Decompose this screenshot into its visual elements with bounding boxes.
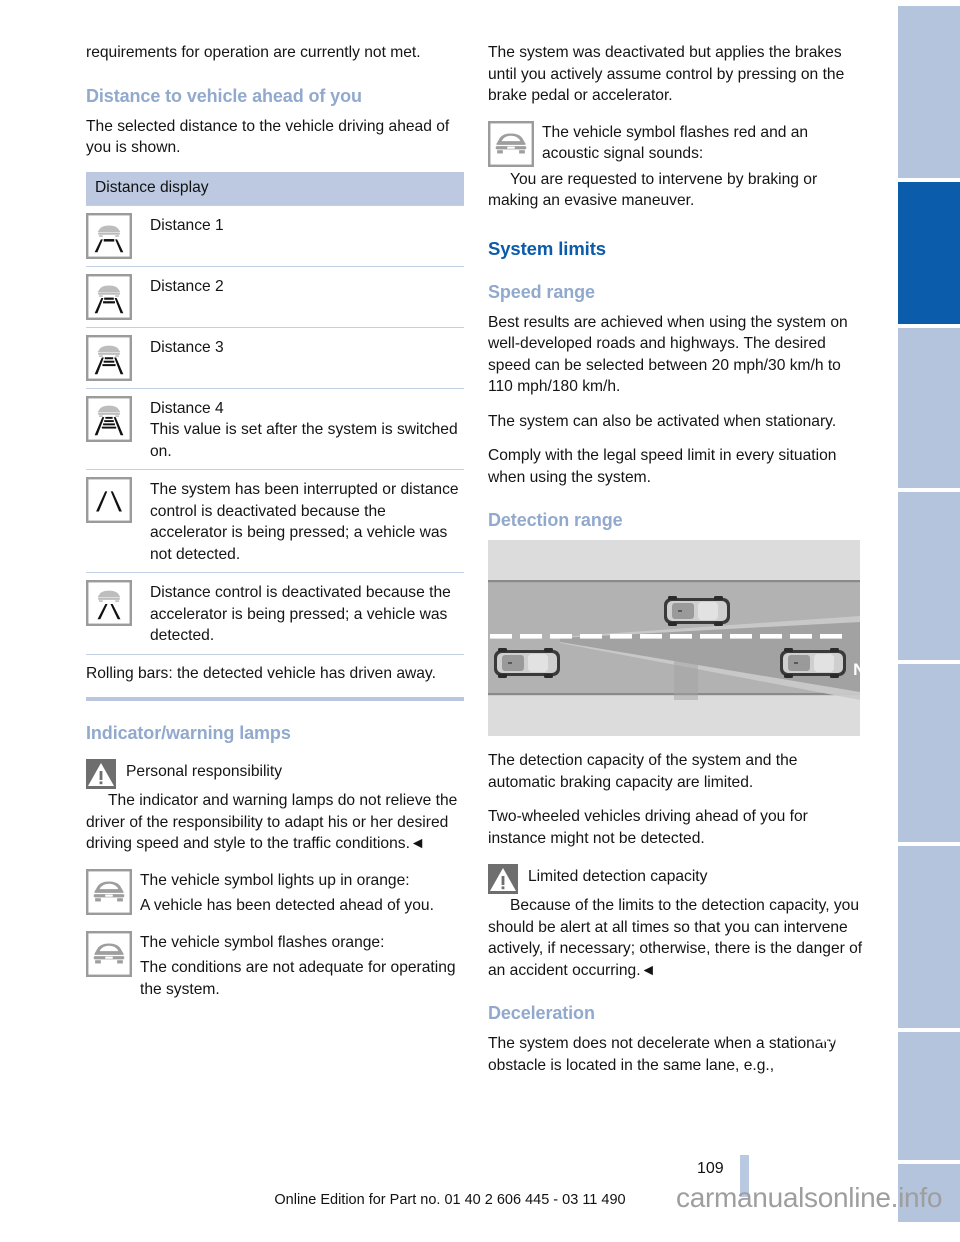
footer-note: Online Edition for Part no. 01 40 2 606 … bbox=[274, 1192, 626, 1208]
sidebar-tab-driving-tips[interactable]: Driving tips bbox=[846, 328, 960, 507]
table-cell-text: Distance 2 bbox=[150, 277, 224, 295]
table-end-rule bbox=[86, 697, 464, 701]
chapter-tab-sidebar: At a glance Controls Driving tips Naviga… bbox=[812, 0, 960, 1241]
distance-3-icon bbox=[86, 334, 150, 381]
warning-body: Because of the limits to the detection c… bbox=[488, 895, 866, 981]
speed-paragraph-3: Comply with the legal speed limit in eve… bbox=[488, 447, 837, 486]
symbol-followup-paragraph: You are requested to intervene by brakin… bbox=[488, 169, 866, 212]
distance-1-icon bbox=[86, 212, 150, 259]
sidebar-tab-at-a-glance[interactable]: At a glance bbox=[849, 6, 960, 197]
lamp-line2: A vehicle has been detected ahead of you… bbox=[140, 897, 434, 914]
warning-title: Limited detection capacity bbox=[528, 868, 708, 885]
sidebar-tab-communication[interactable]: Communication bbox=[812, 846, 960, 1047]
vehicle-front-icon bbox=[86, 868, 140, 915]
table-row: Distance 3 bbox=[86, 326, 464, 388]
page-number: 109 bbox=[697, 1160, 724, 1177]
symbol-followup-text: You are requested to intervene by brakin… bbox=[488, 170, 818, 210]
detection-range-diagram bbox=[488, 540, 860, 736]
vehicle-ahead bbox=[780, 648, 846, 678]
warning-body-text: Because of the limits to the detection c… bbox=[488, 897, 863, 979]
distance-4-icon bbox=[86, 395, 150, 442]
lamp-text: The vehicle symbol lights up in orange: … bbox=[140, 869, 464, 917]
manual-page: requirements for operation are currently… bbox=[0, 0, 960, 1241]
table-cell-text: Distance 4 This value is set after the s… bbox=[150, 396, 464, 463]
lamp-line1: The vehicle symbol flashes orange: bbox=[140, 933, 385, 951]
warning-limited-detection-capacity: Limited detection capacity Because of th… bbox=[488, 863, 866, 981]
warning-title: Personal responsibility bbox=[126, 763, 283, 780]
heading-deceleration: Deceleration bbox=[488, 1003, 595, 1023]
heading-distance-to-vehicle: Distance to vehicle ahead of you bbox=[86, 85, 362, 106]
lamp-row-vehicle-flashes-orange: The vehicle symbol flashes orange: The c… bbox=[86, 930, 464, 1001]
speed-paragraph-1: Best results are achieved when using the… bbox=[488, 313, 848, 396]
lamp-row-vehicle-lights-orange: The vehicle symbol lights up in orange: … bbox=[86, 868, 464, 917]
table-cell-line2: This value is set after the system is sw… bbox=[150, 421, 458, 460]
lamp-text: The vehicle symbol flashes orange: The c… bbox=[140, 931, 464, 1001]
table-cell-text: Distance 3 bbox=[150, 338, 224, 356]
warning-body: The indicator and warning lamps do not r… bbox=[86, 790, 464, 855]
right-intro-paragraph: The system was deactivated but applies t… bbox=[488, 44, 845, 104]
heading-detection-range: Detection range bbox=[488, 510, 623, 530]
no-vehicle-lanes-icon bbox=[86, 477, 150, 523]
distance-display-table: Distance display Distance 1 Distance 2 D… bbox=[86, 171, 464, 701]
distance-2-icon bbox=[86, 273, 150, 320]
table-cell-line1: Distance 4 bbox=[150, 399, 224, 417]
sidebar-tab-entertainment[interactable]: Entertainment bbox=[826, 664, 960, 861]
warning-triangle-icon bbox=[488, 863, 522, 894]
table-row: Distance control is deactivated because … bbox=[86, 572, 464, 654]
table-row: The system has been interrupted or dista… bbox=[86, 469, 464, 572]
distance-intro-paragraph: The selected distance to the vehicle dri… bbox=[86, 117, 450, 157]
vehicle-front-icon bbox=[86, 930, 140, 977]
sidebar-tab-navigation[interactable]: Navigation bbox=[853, 492, 960, 679]
warning-personal-responsibility: Personal responsibility The indicator an… bbox=[86, 758, 464, 855]
ego-vehicle bbox=[494, 648, 560, 678]
sidebar-tab-mobility[interactable]: Mobility bbox=[876, 1032, 960, 1179]
table-cell-text: Distance control is deactivated because … bbox=[150, 584, 451, 644]
table-cell-text: The system has been interrupted or dista… bbox=[150, 481, 459, 563]
vehicle-lanes-icon bbox=[86, 580, 150, 626]
sidebar-tab-controls[interactable]: Controls bbox=[870, 182, 960, 343]
heading-speed-range: Speed range bbox=[488, 281, 595, 302]
lamp-line2: The conditions are not adequate for oper… bbox=[140, 959, 456, 998]
lamp-line1: The vehicle symbol lights up in orange: bbox=[140, 871, 410, 889]
left-column: requirements for operation are currently… bbox=[86, 42, 464, 1006]
table-cell-text: Distance 1 bbox=[150, 216, 224, 234]
table-row: Distance 4 This value is set after the s… bbox=[86, 387, 464, 470]
table-header-distance-display: Distance display bbox=[86, 171, 464, 205]
heading-system-limits: System limits bbox=[488, 237, 606, 259]
table-row: Distance 2 bbox=[86, 265, 464, 327]
warning-triangle-icon bbox=[86, 758, 120, 789]
symbol-row-vehicle-flashes-red: The vehicle symbol flashes red and an ac… bbox=[488, 120, 866, 167]
heading-indicator-warning-lamps: Indicator/warning lamps bbox=[86, 723, 291, 743]
table-row: Distance 1 bbox=[86, 204, 464, 266]
table-footer-row: Rolling bars: the detected vehicle has d… bbox=[86, 653, 464, 689]
vehicle-upper-lane bbox=[664, 596, 730, 626]
intro-paragraph: requirements for operation are currently… bbox=[86, 44, 421, 61]
vehicle-front-icon bbox=[488, 120, 542, 167]
detection-paragraph-1: The detection capacity of the system and… bbox=[488, 752, 798, 791]
sidebar-tab-label: Reference bbox=[857, 1222, 940, 1241]
detection-paragraph-2: Two-wheeled vehicles driving ahead of yo… bbox=[488, 808, 808, 847]
deceleration-paragraph: The system does not decelerate when a st… bbox=[488, 1035, 837, 1074]
speed-paragraph-2: The system can also be activated when st… bbox=[488, 412, 837, 430]
warning-body-text: The indicator and warning lamps do not r… bbox=[86, 792, 458, 852]
symbol-row-text: The vehicle symbol flashes red and an ac… bbox=[542, 123, 809, 163]
right-column: The system was deactivated but applies t… bbox=[488, 42, 866, 1089]
